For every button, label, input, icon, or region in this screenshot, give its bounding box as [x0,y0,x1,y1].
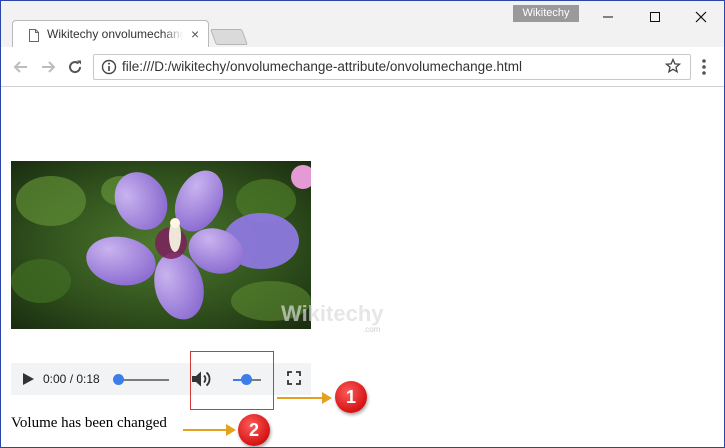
seek-track[interactable] [117,379,169,381]
new-tab-button[interactable] [210,29,248,45]
status-message: Volume has been changed [11,415,167,431]
arrow-1 [277,392,332,404]
minimize-icon[interactable] [588,5,628,29]
fullscreen-icon[interactable] [287,371,301,385]
play-icon[interactable] [21,372,35,386]
watermark: Wikitechy [281,301,384,326]
audio-time: 0:00 / 0:18 [43,372,100,386]
window-close-icon[interactable] [681,5,721,29]
video-frame[interactable] [11,161,311,329]
tab-title: Wikitechy onvolumechange [47,27,183,41]
title-bar: Wikitechy onvolumechange × Wikitechy [1,1,724,48]
reload-icon[interactable] [65,57,85,77]
back-icon[interactable] [11,57,31,77]
browser-window: Wikitechy onvolumechange × Wikitechy fil… [0,0,725,448]
browser-tab[interactable]: Wikitechy onvolumechange × [12,20,209,48]
annotation-badge-2: 2 [238,414,270,446]
menu-icon[interactable] [701,58,707,76]
watermark-sub: .com [363,325,381,334]
close-icon[interactable]: × [191,24,199,44]
profile-badge[interactable]: Wikitechy [513,5,579,22]
annotation-badge-1: 1 [335,381,367,413]
forward-icon[interactable] [38,57,58,77]
seek-thumb[interactable] [113,374,124,385]
url-text: file:///D:/wikitechy/onvolumechange-attr… [122,59,522,74]
info-icon[interactable] [101,59,117,75]
volume-highlight-box [190,351,274,410]
toolbar: file:///D:/wikitechy/onvolumechange-attr… [1,47,724,87]
file-icon [29,29,39,42]
address-bar[interactable]: file:///D:/wikitechy/onvolumechange-attr… [93,54,691,80]
maximize-icon[interactable] [635,5,675,29]
arrow-2 [183,424,236,436]
star-icon[interactable] [665,58,681,74]
